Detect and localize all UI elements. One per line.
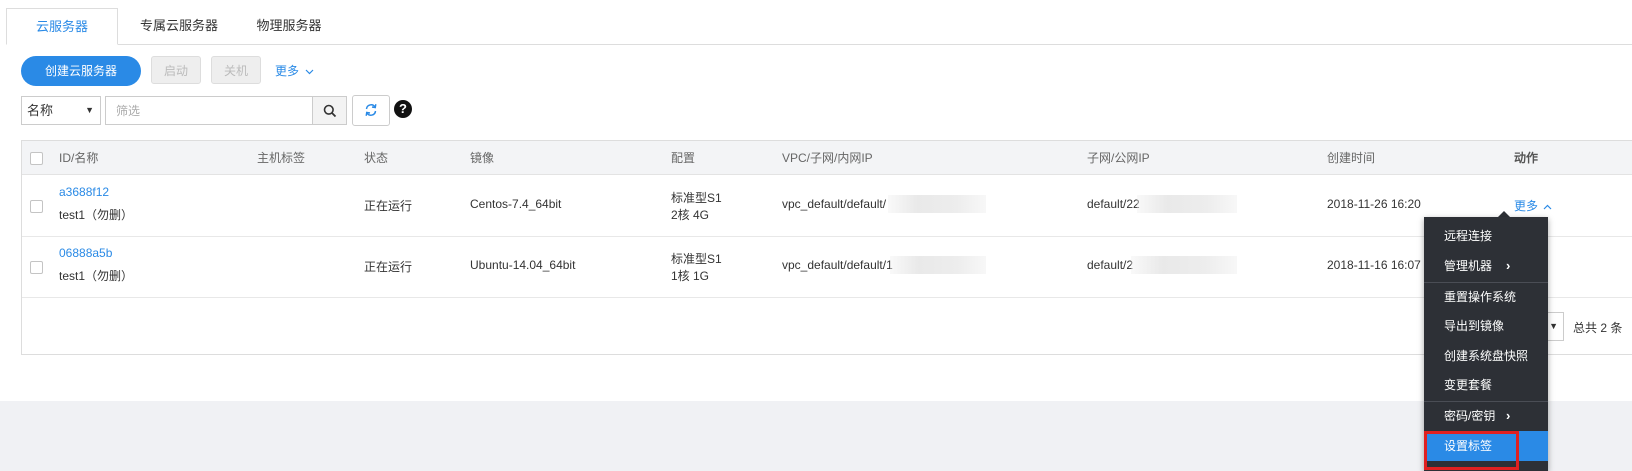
instance-list-page: 云服务器 专属云服务器 物理服务器 创建云服务器 启动 关机 更多 名称 ▼ ?… — [0, 0, 1632, 401]
redacted-ip — [1131, 256, 1237, 274]
server-type-tabs: 云服务器 专属云服务器 物理服务器 — [6, 8, 1632, 45]
col-header-status: 状态 — [364, 151, 389, 165]
instance-name: test1（勿删） — [59, 269, 134, 283]
chevron-right-icon: › — [1506, 408, 1511, 423]
filter-field-select[interactable]: 名称 ▼ — [21, 96, 101, 125]
instance-status: 正在运行 — [364, 199, 413, 213]
filter-input[interactable] — [105, 96, 313, 125]
instance-config-type: 标准型S1 — [671, 191, 722, 205]
col-header-id-name: ID/名称 — [59, 151, 99, 165]
total-count: 总共 2 条 — [1573, 321, 1623, 335]
caret-down-icon: ▼ — [85, 105, 94, 115]
col-header-created: 创建时间 — [1327, 151, 1376, 165]
redacted-ip — [1137, 195, 1237, 213]
table-row: 06888a5b test1（勿删） 正在运行 Ubuntu-14.04_64b… — [22, 237, 1632, 298]
instance-image: Centos-7.4_64bit — [470, 197, 562, 211]
highlight-annotation-box — [1424, 431, 1519, 470]
menu-item-export-image[interactable]: 导出到镜像 — [1424, 311, 1548, 341]
tab-dedicated-cloud-server[interactable]: 专属云服务器 — [128, 8, 230, 45]
select-all-checkbox[interactable] — [30, 152, 43, 165]
redacted-ip — [890, 256, 986, 274]
chevron-down-icon — [305, 69, 314, 75]
instance-config-spec: 1核 1G — [671, 269, 710, 283]
col-header-action: 动作 — [1514, 151, 1539, 165]
menu-item-change-plan[interactable]: 变更套餐 — [1424, 370, 1548, 400]
toolbar-more-dropdown[interactable]: 更多 — [275, 62, 314, 79]
caret-down-icon: ▼ — [1549, 321, 1558, 331]
instance-created-time: 2018-11-26 16:20 — [1327, 197, 1421, 211]
refresh-icon — [365, 104, 377, 116]
menu-item-label: 远程连接 — [1444, 229, 1493, 243]
search-icon — [323, 104, 337, 118]
tab-physical-server[interactable]: 物理服务器 — [248, 8, 330, 45]
menu-item-label: 管理机器 — [1444, 259, 1493, 273]
tab-cloud-server[interactable]: 云服务器 — [6, 8, 118, 45]
create-cloud-server-button[interactable]: 创建云服务器 — [21, 56, 141, 86]
col-header-config: 配置 — [671, 151, 696, 165]
menu-item-label: 创建系统盘快照 — [1444, 349, 1529, 363]
menu-item-password-key[interactable]: 密码/密钥 › — [1424, 401, 1548, 431]
search-button[interactable] — [312, 96, 347, 125]
col-header-host-tag: 主机标签 — [257, 151, 306, 165]
row-checkbox[interactable] — [30, 261, 43, 274]
chevron-up-icon — [1543, 204, 1552, 210]
toolbar-more-label: 更多 — [275, 64, 300, 78]
menu-item-remote-connect[interactable]: 远程连接 — [1424, 221, 1548, 251]
row-checkbox[interactable] — [30, 200, 43, 213]
table-row: a3688f12 test1（勿删） 正在运行 Centos-7.4_64bit… — [22, 176, 1632, 237]
row-more-dropdown[interactable]: 更多 — [1514, 197, 1552, 214]
instance-public-ip: default/2 — [1087, 258, 1134, 272]
menu-item-label: 密码/密钥 — [1444, 409, 1496, 423]
instance-vpc: vpc_default/default/1 — [782, 258, 893, 272]
instance-name: test1（勿删） — [59, 208, 134, 222]
instance-config-type: 标准型S1 — [671, 252, 722, 266]
help-icon[interactable]: ? — [394, 100, 412, 118]
instance-config-spec: 2核 4G — [671, 208, 710, 222]
menu-item-reset-os[interactable]: 重置操作系统 — [1424, 282, 1548, 312]
instance-table: ID/名称 主机标签 状态 镜像 配置 VPC/子网/内网IP 子网/公网IP … — [21, 140, 1632, 355]
col-header-public-ip: 子网/公网IP — [1087, 151, 1150, 165]
menu-item-label: 变更套餐 — [1444, 378, 1493, 392]
shutdown-button[interactable]: 关机 — [211, 56, 261, 84]
instance-status: 正在运行 — [364, 260, 413, 274]
page-footer-area — [0, 401, 1632, 471]
instance-vpc: vpc_default/default/ — [782, 197, 887, 211]
redacted-ip — [888, 195, 986, 213]
row-more-label: 更多 — [1514, 199, 1539, 213]
menu-item-label: 导出到镜像 — [1444, 319, 1505, 333]
instance-id-link[interactable]: 06888a5b — [59, 246, 112, 260]
menu-item-label: 重置操作系统 — [1444, 290, 1517, 304]
col-header-vpc: VPC/子网/内网IP — [782, 151, 873, 165]
table-header: ID/名称 主机标签 状态 镜像 配置 VPC/子网/内网IP 子网/公网IP … — [22, 141, 1632, 175]
start-button[interactable]: 启动 — [151, 56, 201, 84]
filter-field-value: 名称 — [27, 103, 54, 118]
col-header-image: 镜像 — [470, 151, 495, 165]
instance-created-time: 2018-11-16 16:07 — [1327, 258, 1421, 272]
instance-public-ip: default/22 — [1087, 197, 1140, 211]
menu-item-create-snapshot[interactable]: 创建系统盘快照 — [1424, 341, 1548, 371]
instance-id-link[interactable]: a3688f12 — [59, 185, 109, 199]
chevron-right-icon: › — [1506, 258, 1511, 273]
instance-image: Ubuntu-14.04_64bit — [470, 258, 576, 272]
menu-item-manage-machine[interactable]: 管理机器 › — [1424, 251, 1548, 281]
refresh-button[interactable] — [352, 95, 390, 126]
